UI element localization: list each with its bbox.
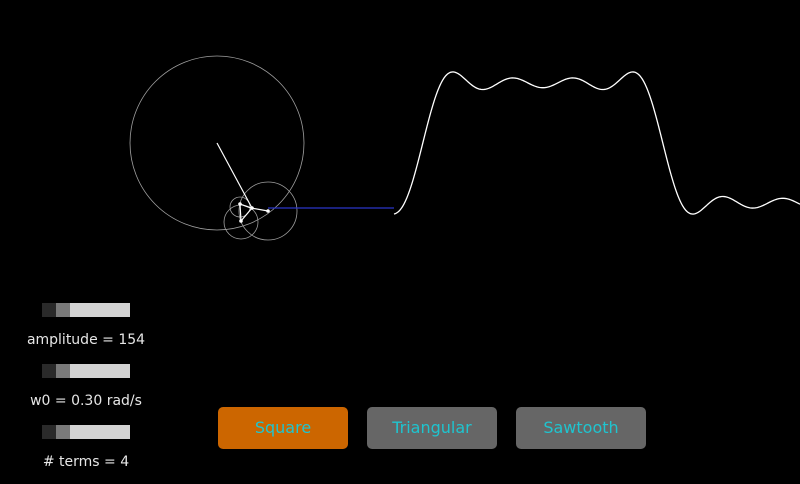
- w0-slider[interactable]: [42, 364, 130, 378]
- epicycle-joint: [266, 209, 270, 213]
- w0-label: w0 = 0.30 rad/s: [30, 393, 142, 409]
- w0-slider-thumb[interactable]: [56, 364, 70, 378]
- waveform-path: [393, 71, 800, 215]
- epicycle-group: [129, 55, 305, 241]
- epicycle-joint: [250, 206, 254, 210]
- triangular-wave-button[interactable]: Triangular: [367, 407, 497, 449]
- sawtooth-wave-button[interactable]: Sawtooth: [516, 407, 646, 449]
- terms-slider[interactable]: [42, 425, 130, 439]
- fourier-visualization: [129, 55, 800, 241]
- terms-slider-thumb[interactable]: [56, 425, 70, 439]
- amplitude-slider-thumb[interactable]: [56, 303, 70, 317]
- terms-slider-fill: [42, 425, 56, 439]
- epicycle-arms: [216, 142, 269, 223]
- epicycle-joint: [238, 202, 242, 206]
- amplitude-label: amplitude = 154: [26, 332, 146, 348]
- w0-slider-fill: [42, 364, 56, 378]
- amplitude-slider[interactable]: [42, 303, 130, 317]
- amplitude-slider-fill: [42, 303, 56, 317]
- square-wave-button[interactable]: Square: [218, 407, 348, 449]
- epicycle-joint: [239, 219, 243, 223]
- terms-label: # terms = 4: [42, 454, 130, 470]
